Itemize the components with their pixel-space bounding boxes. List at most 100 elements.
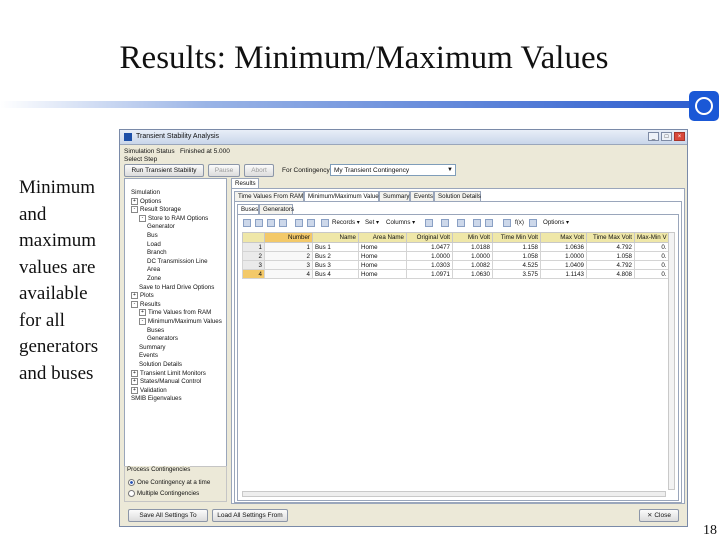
options-menu[interactable]: Options ▾ bbox=[543, 219, 569, 226]
table-cell[interactable]: Home bbox=[358, 269, 407, 279]
table-row[interactable]: 3 3 Bus 3 Home 1.0303 1.0082 4.525 1.0409 4.792 0… bbox=[242, 260, 670, 270]
table-cell[interactable]: 0. bbox=[634, 242, 670, 252]
tree-item[interactable]: - Result Storage bbox=[131, 206, 181, 214]
save-all-settings-button[interactable]: Save All Settings To bbox=[128, 509, 208, 522]
column-header[interactable]: Time Min Volt bbox=[492, 232, 541, 243]
table-cell[interactable]: Bus 2 bbox=[312, 251, 359, 261]
tree-item[interactable]: Buses bbox=[147, 327, 164, 335]
collapse-icon[interactable]: - bbox=[131, 300, 138, 308]
find-next-icon[interactable] bbox=[307, 219, 315, 227]
formula-icon[interactable] bbox=[503, 219, 511, 227]
tree-item[interactable]: Save to Hard Drive Options bbox=[139, 284, 214, 292]
table-cell[interactable]: 1.0000 bbox=[406, 251, 453, 261]
table-cell[interactable]: 1.158 bbox=[492, 242, 541, 252]
set-menu[interactable]: Set ▾ bbox=[365, 219, 379, 226]
table-cell[interactable]: 1.0636 bbox=[540, 242, 587, 252]
row-header[interactable]: 4 bbox=[242, 269, 265, 279]
table-row[interactable]: 4 4 Bus 4 Home 1.0971 1.0630 3.575 1.1143 4.808 0… bbox=[242, 269, 670, 279]
table-cell[interactable]: 1.0000 bbox=[540, 251, 587, 261]
minimize-button[interactable]: _ bbox=[648, 132, 659, 141]
table-cell[interactable]: Bus 1 bbox=[312, 242, 359, 252]
tree-item[interactable]: + Transient Limit Monitors bbox=[131, 369, 206, 378]
contingency-select[interactable]: My Transient Contingency ▼ bbox=[330, 164, 456, 176]
grid-options-icon[interactable] bbox=[441, 219, 449, 227]
table-cell[interactable]: 3 bbox=[264, 260, 313, 270]
radio-multiple-contingencies[interactable]: Multiple Contingencies bbox=[128, 490, 199, 497]
tree-item[interactable]: - Results bbox=[131, 300, 161, 309]
tree-item[interactable]: - Minimum/Maximum Values bbox=[139, 318, 222, 326]
data-icon[interactable] bbox=[457, 219, 465, 227]
tree-item[interactable]: DC Transmission Line bbox=[147, 258, 208, 266]
table-cell[interactable]: 1.0082 bbox=[452, 260, 493, 270]
sort-icon[interactable] bbox=[255, 219, 263, 227]
table-cell[interactable]: Home bbox=[358, 260, 407, 270]
tree-item[interactable]: Generator bbox=[147, 223, 175, 231]
table-cell[interactable]: 1.0000 bbox=[452, 251, 493, 261]
table-cell[interactable]: Bus 4 bbox=[312, 269, 359, 279]
table-cell[interactable]: 4.792 bbox=[586, 260, 635, 270]
expand-icon[interactable]: + bbox=[131, 292, 138, 300]
close-button[interactable]: ⨯ Close bbox=[639, 509, 679, 522]
tab-buses[interactable]: Buses bbox=[237, 204, 259, 214]
records-menu[interactable]: Records ▾ bbox=[332, 219, 360, 226]
tree-item[interactable]: Bus bbox=[147, 232, 158, 240]
table-cell[interactable]: 1.0630 bbox=[452, 269, 493, 279]
table-cell[interactable]: 1.0409 bbox=[540, 260, 587, 270]
columns-menu[interactable]: Columns ▾ bbox=[386, 219, 415, 226]
table-cell[interactable]: 0. bbox=[634, 269, 670, 279]
table-cell[interactable]: 4.792 bbox=[586, 242, 635, 252]
tree-item[interactable]: - Store to RAM Options bbox=[139, 214, 208, 223]
tab-solution-details[interactable]: Solution Details bbox=[434, 191, 481, 201]
table-cell[interactable]: Home bbox=[358, 251, 407, 261]
grid-icon[interactable] bbox=[243, 219, 251, 227]
tab-time-values-from-ram[interactable]: Time Values From RAM bbox=[234, 191, 304, 201]
column-header[interactable]: Name bbox=[312, 232, 359, 243]
grid-vertical-scrollbar[interactable] bbox=[668, 232, 675, 490]
row-header[interactable]: 2 bbox=[242, 251, 265, 261]
tree-item[interactable]: Simulation bbox=[131, 189, 160, 197]
column-header[interactable]: Number bbox=[264, 232, 313, 243]
column-header[interactable]: Original Volt bbox=[406, 232, 453, 243]
table-cell[interactable]: 1.058 bbox=[586, 251, 635, 261]
radio-one-contingency[interactable]: One Contingency at a time bbox=[128, 479, 210, 486]
tree-item[interactable]: Events bbox=[139, 352, 158, 360]
load-all-settings-button[interactable]: Load All Settings From bbox=[212, 509, 288, 522]
expand-icon[interactable]: + bbox=[131, 369, 138, 377]
table-cell[interactable]: 4.525 bbox=[492, 260, 541, 270]
fx-button[interactable]: f(x) bbox=[515, 219, 524, 226]
window-titlebar[interactable]: Transient Stability Analysis _ □ × bbox=[120, 130, 687, 145]
tree-item[interactable]: Generators bbox=[147, 335, 178, 343]
table-cell[interactable]: 0. bbox=[634, 260, 670, 270]
tab-results[interactable]: Results bbox=[231, 178, 259, 188]
maximize-button[interactable]: □ bbox=[661, 132, 672, 141]
tab-min-max-values[interactable]: Minimum/Maximum Values bbox=[304, 191, 382, 201]
tree-item[interactable]: + Time Values from RAM bbox=[139, 309, 211, 317]
column-header[interactable]: Max-Min V bbox=[634, 232, 670, 243]
filter-icon[interactable] bbox=[267, 219, 275, 227]
tree-item[interactable]: + Validation bbox=[131, 386, 167, 395]
table-row[interactable]: 1 1 Bus 1 Home 1.0477 1.0188 1.158 1.0636 4.792 0… bbox=[242, 242, 670, 252]
expand-icon[interactable]: + bbox=[131, 197, 138, 205]
table-cell[interactable]: 3.575 bbox=[492, 269, 541, 279]
tree-item[interactable]: Area bbox=[147, 266, 160, 274]
tree-item[interactable]: Branch bbox=[147, 249, 167, 257]
tree-item[interactable]: SMIB Eigenvalues bbox=[131, 395, 182, 403]
table-cell[interactable]: 4 bbox=[264, 269, 313, 279]
tree-item[interactable]: + Plots bbox=[131, 292, 154, 300]
column-header[interactable]: Time Max Volt bbox=[586, 232, 635, 243]
tree-item[interactable]: Load bbox=[147, 241, 161, 249]
table-cell[interactable]: 1.0971 bbox=[406, 269, 453, 279]
find-icon[interactable] bbox=[295, 219, 303, 227]
tree-item[interactable]: Solution Details bbox=[139, 361, 182, 369]
tree-item[interactable]: + States/Manual Control bbox=[131, 378, 201, 386]
tree-item[interactable]: Zone bbox=[147, 275, 161, 283]
percent-icon[interactable] bbox=[279, 219, 287, 227]
tab-events[interactable]: Events bbox=[410, 191, 434, 201]
tree-item[interactable]: Summary bbox=[139, 344, 165, 352]
table-cell[interactable]: 0. bbox=[634, 251, 670, 261]
grid-horizontal-scrollbar[interactable] bbox=[242, 491, 666, 497]
collapse-icon[interactable]: - bbox=[139, 214, 146, 222]
funnel-icon[interactable] bbox=[473, 219, 481, 227]
table-cell[interactable]: 1.0477 bbox=[406, 242, 453, 252]
table-cell[interactable]: 1.058 bbox=[492, 251, 541, 261]
